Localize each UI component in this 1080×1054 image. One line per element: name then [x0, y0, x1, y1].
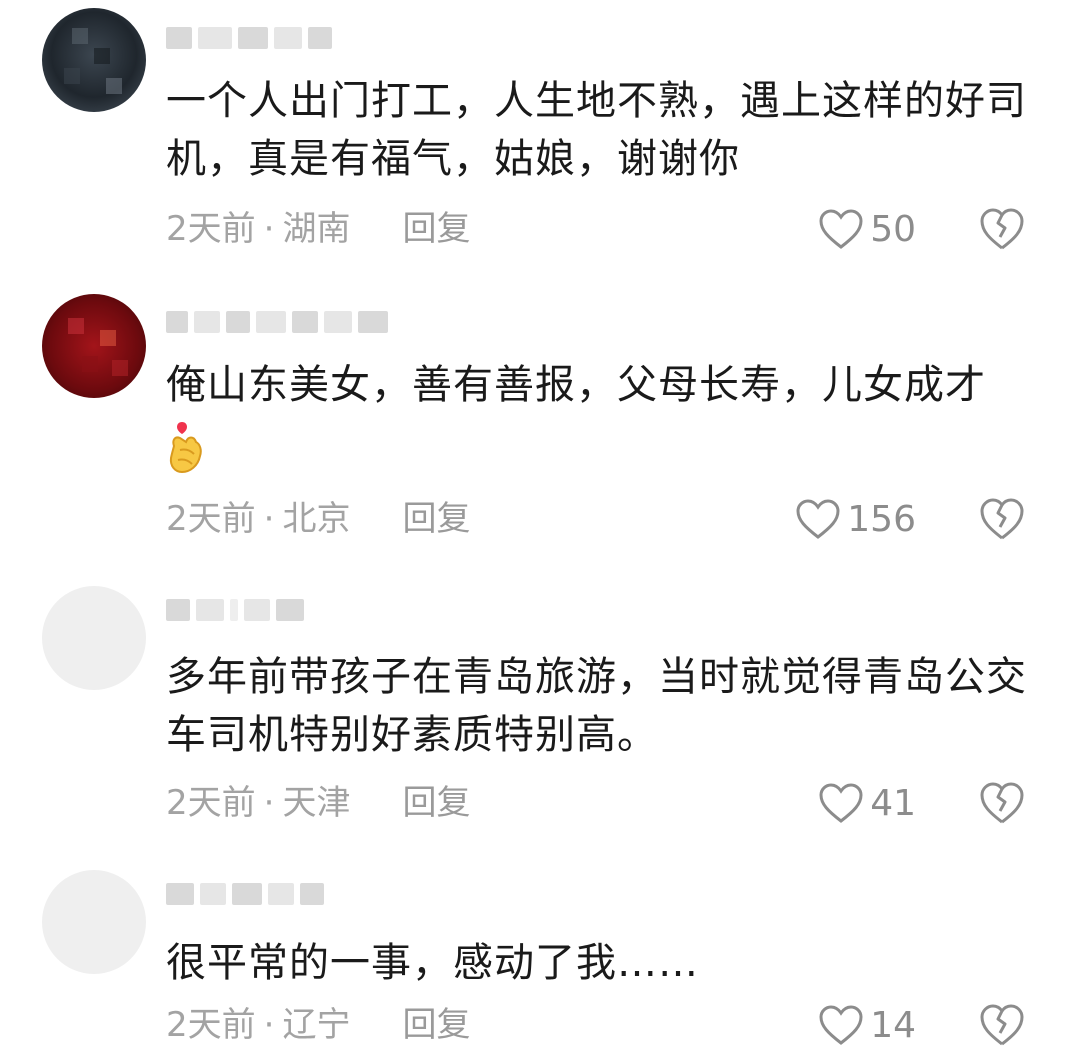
avatar[interactable] [42, 8, 146, 112]
reply-button[interactable]: 回复 [402, 780, 470, 826]
comment-meta: 2天前 · 北京 回复 [166, 496, 470, 542]
comment-text: 一个人出门打工，人生地不熟，遇上这样的好司机，真是有福气，姑娘，谢谢你 [166, 78, 1027, 182]
heart-outline-icon [796, 499, 840, 539]
comment-location: 湖南 [282, 209, 351, 249]
avatar[interactable] [42, 870, 146, 974]
heart-outline-icon [819, 209, 863, 249]
comment-meta: 2天前 · 天津 回复 [166, 780, 470, 826]
comment-time: 2天前 [166, 499, 256, 539]
meta-separator: · [263, 209, 275, 249]
broken-heart-icon[interactable] [978, 780, 1026, 826]
broken-heart-icon[interactable] [978, 1002, 1026, 1048]
username-blurred[interactable] [166, 308, 388, 336]
heart-outline-icon [819, 1005, 863, 1045]
heart-outline-icon [819, 783, 863, 823]
broken-heart-icon[interactable] [978, 206, 1026, 252]
like-button[interactable]: 41 [818, 780, 916, 826]
comment-time: 2天前 [166, 209, 256, 249]
comment-time: 2天前 [166, 783, 256, 823]
like-count: 41 [870, 782, 916, 824]
reply-button[interactable]: 回复 [402, 496, 470, 542]
comment-location: 辽宁 [282, 1005, 351, 1045]
username-blurred[interactable] [166, 880, 324, 908]
comment-text: 很平常的一事，感动了我…… [166, 940, 699, 986]
comment-text: 多年前带孩子在青岛旅游，当时就觉得青岛公交车司机特别好素质特别高。 [166, 654, 1027, 758]
meta-separator: · [263, 783, 275, 823]
comment-text-body: 俺山东美女，善有善报，父母长寿，儿女成才 [166, 362, 986, 408]
like-button[interactable]: 156 [795, 496, 916, 542]
like-button[interactable]: 14 [818, 1002, 916, 1048]
reply-button[interactable]: 回复 [402, 1002, 470, 1048]
comment-meta: 2天前 · 辽宁 回复 [166, 1002, 470, 1048]
comment-location: 北京 [282, 499, 351, 539]
comment-time: 2天前 [166, 1005, 256, 1045]
comment-text: 俺山东美女，善有善报，父母长寿，儿女成才 [166, 356, 1046, 476]
avatar[interactable] [42, 586, 146, 690]
meta-separator: · [263, 499, 275, 539]
finger-heart-emoji [169, 422, 202, 474]
meta-separator: · [263, 1005, 275, 1045]
username-blurred[interactable] [166, 596, 304, 624]
like-count: 14 [870, 1004, 916, 1046]
like-count: 156 [847, 498, 916, 540]
broken-heart-icon[interactable] [978, 496, 1026, 542]
like-button[interactable]: 50 [818, 206, 916, 252]
username-blurred[interactable] [166, 24, 332, 52]
avatar[interactable] [42, 294, 146, 398]
reply-button[interactable]: 回复 [402, 206, 470, 252]
like-count: 50 [870, 208, 916, 250]
comment-meta: 2天前 · 湖南 回复 [166, 206, 470, 252]
comment-location: 天津 [282, 783, 351, 823]
